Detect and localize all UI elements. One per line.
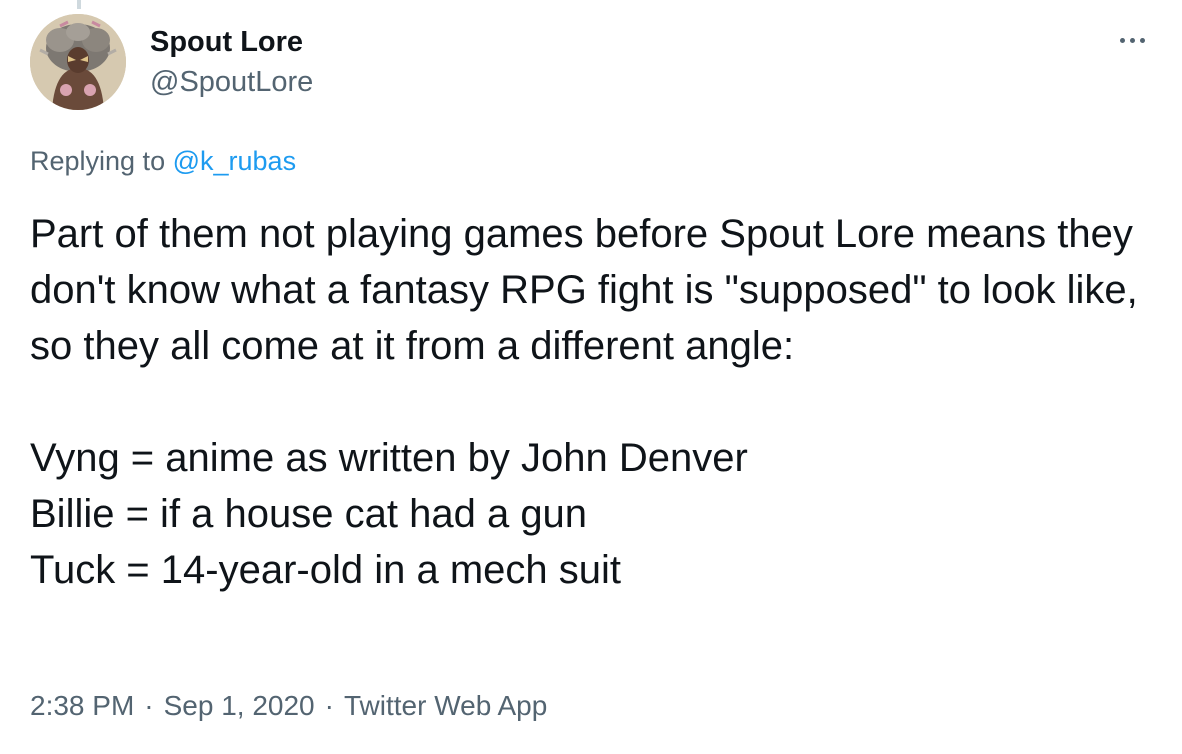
thread-connector-line [77, 0, 81, 9]
tweet-source[interactable]: Twitter Web App [344, 690, 547, 721]
tweet-line: Tuck = 14-year-old in a mech suit [30, 548, 621, 592]
tweet-meta: 2:38 PM · Sep 1, 2020 · Twitter Web App [30, 688, 547, 724]
replying-to-label: Replying to [30, 146, 166, 176]
tweet-text: Part of them not playing games before Sp… [30, 206, 1150, 598]
replying-to: Replying to @k_rubas [30, 143, 296, 179]
meta-separator: · [324, 690, 334, 721]
author-names: Spout Lore @SpoutLore [150, 24, 313, 100]
reply-mention-link[interactable]: @k_rubas [173, 146, 296, 176]
avatar-illustration [30, 14, 126, 110]
more-horizontal-icon [1139, 37, 1145, 43]
more-horizontal-icon [1119, 37, 1125, 43]
tweet-time[interactable]: 2:38 PM [30, 690, 134, 721]
tweet-paragraph: Part of them not playing games before Sp… [30, 212, 1138, 368]
avatar[interactable] [30, 14, 126, 110]
more-horizontal-icon [1129, 37, 1135, 43]
tweet-header: Spout Lore @SpoutLore [30, 14, 1152, 114]
tweet-line: Billie = if a house cat had a gun [30, 492, 588, 536]
author-handle[interactable]: @SpoutLore [150, 64, 313, 100]
author-display-name[interactable]: Spout Lore [150, 24, 313, 60]
tweet-line: Vyng = anime as written by John Denver [30, 436, 748, 480]
more-options-button[interactable] [1112, 22, 1152, 58]
meta-separator: · [144, 690, 154, 721]
tweet-date[interactable]: Sep 1, 2020 [164, 690, 315, 721]
